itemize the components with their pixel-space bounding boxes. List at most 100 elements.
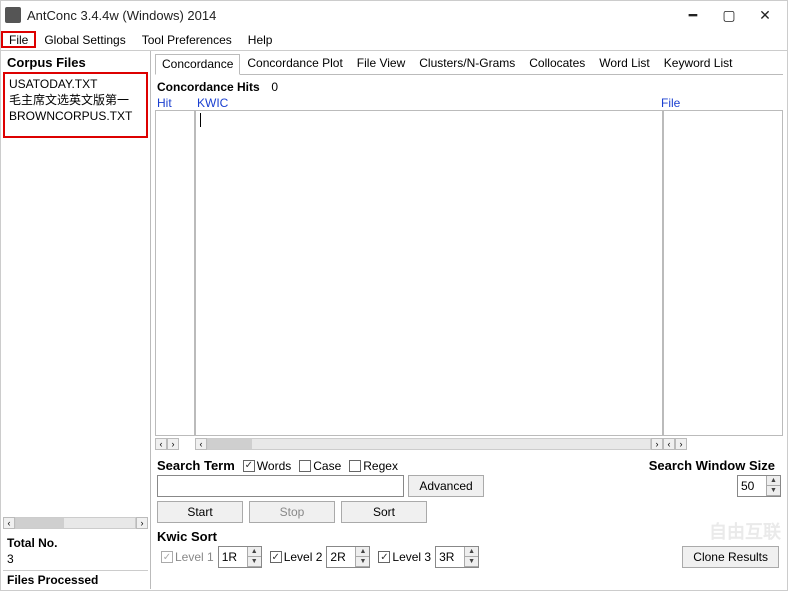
level1-input[interactable] <box>219 547 247 567</box>
checkbox-icon <box>299 460 311 472</box>
concordance-hits-value: 0 <box>271 80 278 94</box>
menu-global-settings[interactable]: Global Settings <box>36 29 133 50</box>
scroll-thumb[interactable] <box>208 439 252 449</box>
spin-up-icon[interactable]: ▲ <box>355 547 369 557</box>
scroll-left-icon[interactable]: ‹ <box>195 438 207 450</box>
scroll-thumb[interactable] <box>16 518 64 528</box>
advanced-button[interactable]: Advanced <box>408 475 483 497</box>
stop-button[interactable]: Stop <box>249 501 335 523</box>
level3-label: Level 3 <box>392 550 431 564</box>
sort-button[interactable]: Sort <box>341 501 427 523</box>
window-size-spinner[interactable]: ▲ ▼ <box>737 475 781 497</box>
tab-collocates[interactable]: Collocates <box>522 53 592 74</box>
window-size-input[interactable] <box>738 476 766 496</box>
regex-checkbox[interactable]: Regex <box>349 459 398 473</box>
corpus-files-heading: Corpus Files <box>3 53 148 72</box>
app-icon <box>5 7 21 23</box>
corpus-file-item[interactable]: 毛主席文选英文版第一 <box>9 92 142 108</box>
words-checkbox[interactable]: ✓ Words <box>243 459 291 473</box>
scroll-right-icon[interactable]: › <box>167 438 179 450</box>
search-window-size-label: Search Window Size <box>649 458 775 473</box>
spin-down-icon[interactable]: ▼ <box>247 557 261 567</box>
level3-checkbox[interactable]: ✓ Level 3 <box>378 550 431 564</box>
tab-file-view[interactable]: File View <box>350 53 412 74</box>
kwic-sort-label: Kwic Sort <box>155 529 783 546</box>
scroll-right-icon[interactable]: › <box>651 438 663 450</box>
concordance-hits-label: Concordance Hits <box>157 80 260 94</box>
results-scrollbars: ‹ › ‹ › ‹ › <box>155 438 783 452</box>
main-panel: Concordance Concordance Plot File View C… <box>151 51 787 589</box>
words-label: Words <box>257 459 291 473</box>
spin-down-icon[interactable]: ▼ <box>355 557 369 567</box>
kwic-sort-row: ✓ Level 1 ▲▼ ✓ Level 2 ▲▼ ✓ Level 3 ▲▼ <box>155 546 783 568</box>
spin-up-icon[interactable]: ▲ <box>464 547 478 557</box>
tab-bar: Concordance Concordance Plot File View C… <box>155 53 783 75</box>
level1-label: Level 1 <box>175 550 214 564</box>
corpus-file-empty-area <box>3 138 148 514</box>
sidebar-scrollbar[interactable]: ‹ › <box>3 516 148 530</box>
scroll-left-icon[interactable]: ‹ <box>663 438 675 450</box>
level3-spinner[interactable]: ▲▼ <box>435 546 479 568</box>
level1-checkbox[interactable]: ✓ Level 1 <box>161 550 214 564</box>
checkbox-icon: ✓ <box>378 551 390 563</box>
spin-up-icon[interactable]: ▲ <box>766 476 780 486</box>
level2-checkbox[interactable]: ✓ Level 2 <box>270 550 323 564</box>
level2-label: Level 2 <box>284 550 323 564</box>
window-title: AntConc 3.4.4w (Windows) 2014 <box>27 8 675 23</box>
menu-file[interactable]: File <box>1 31 36 48</box>
results-area <box>155 110 783 436</box>
regex-label: Regex <box>363 459 398 473</box>
search-term-row: Search Term ✓ Words Case Regex Search Wi… <box>155 454 783 475</box>
case-checkbox[interactable]: Case <box>299 459 341 473</box>
total-no-value: 3 <box>3 552 148 570</box>
header-kwic: KWIC <box>197 96 661 110</box>
header-file: File <box>661 96 781 110</box>
scroll-left-icon[interactable]: ‹ <box>155 438 167 450</box>
results-file-column[interactable] <box>663 110 783 436</box>
checkbox-icon: ✓ <box>161 551 173 563</box>
menu-tool-preferences[interactable]: Tool Preferences <box>134 29 240 50</box>
search-input[interactable] <box>157 475 404 497</box>
checkbox-icon: ✓ <box>243 460 255 472</box>
header-hit: Hit <box>157 96 197 110</box>
minimize-button[interactable]: ━ <box>675 4 711 26</box>
start-button[interactable]: Start <box>157 501 243 523</box>
tab-keyword-list[interactable]: Keyword List <box>657 53 740 74</box>
scroll-track[interactable] <box>207 438 651 450</box>
level1-spinner[interactable]: ▲▼ <box>218 546 262 568</box>
maximize-button[interactable]: ▢ <box>711 4 747 26</box>
spin-up-icon[interactable]: ▲ <box>247 547 261 557</box>
tab-word-list[interactable]: Word List <box>592 53 656 74</box>
search-input-row: Advanced ▲ ▼ <box>155 475 783 501</box>
menu-help[interactable]: Help <box>240 29 281 50</box>
level2-input[interactable] <box>327 547 355 567</box>
action-buttons-row: Start Stop Sort <box>155 501 783 529</box>
clone-results-button[interactable]: Clone Results <box>682 546 779 568</box>
checkbox-icon: ✓ <box>270 551 282 563</box>
files-processed-label: Files Processed <box>3 570 148 589</box>
results-kwic-column[interactable] <box>195 110 663 436</box>
content-area: Corpus Files USATODAY.TXT 毛主席文选英文版第一 BRO… <box>1 51 787 589</box>
corpus-file-list[interactable]: USATODAY.TXT 毛主席文选英文版第一 BROWNCORPUS.TXT <box>3 72 148 138</box>
close-button[interactable]: ✕ <box>747 4 783 26</box>
level2-spinner[interactable]: ▲▼ <box>326 546 370 568</box>
tab-concordance-plot[interactable]: Concordance Plot <box>240 53 349 74</box>
total-no-label: Total No. <box>3 534 148 552</box>
menu-bar: File Global Settings Tool Preferences He… <box>1 29 787 51</box>
results-hit-column[interactable] <box>155 110 195 436</box>
title-bar: AntConc 3.4.4w (Windows) 2014 ━ ▢ ✕ <box>1 1 787 29</box>
corpus-file-item[interactable]: USATODAY.TXT <box>9 76 142 92</box>
corpus-file-item[interactable]: BROWNCORPUS.TXT <box>9 108 142 124</box>
text-cursor <box>200 113 201 127</box>
spin-down-icon[interactable]: ▼ <box>464 557 478 567</box>
results-headers: Hit KWIC File <box>155 96 783 110</box>
checkbox-icon <box>349 460 361 472</box>
scroll-right-icon[interactable]: › <box>675 438 687 450</box>
scroll-left-icon[interactable]: ‹ <box>3 517 15 529</box>
scroll-track[interactable] <box>15 517 136 529</box>
tab-concordance[interactable]: Concordance <box>155 54 240 75</box>
level3-input[interactable] <box>436 547 464 567</box>
scroll-right-icon[interactable]: › <box>136 517 148 529</box>
tab-clusters-ngrams[interactable]: Clusters/N-Grams <box>412 53 522 74</box>
spin-down-icon[interactable]: ▼ <box>766 486 780 496</box>
